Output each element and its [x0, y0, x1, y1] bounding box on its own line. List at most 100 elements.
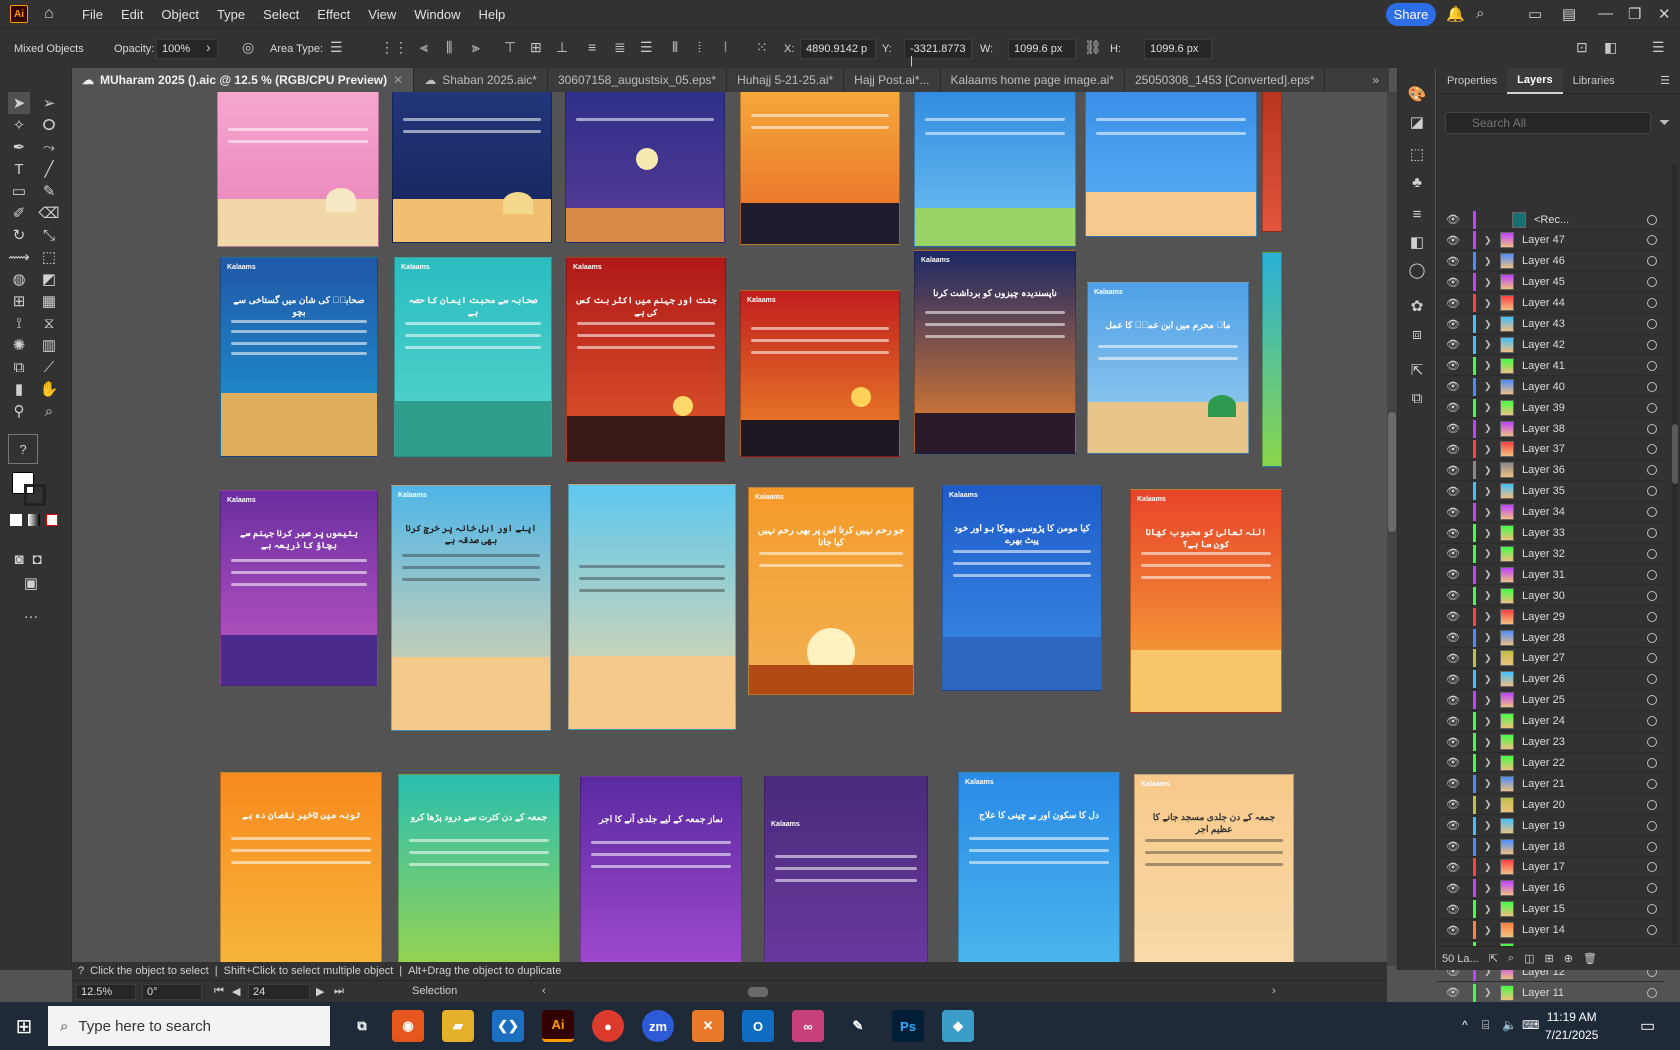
eye-icon[interactable]: 👁: [1443, 798, 1463, 811]
layer-row[interactable]: 👁 ❯ Layer 24: [1437, 712, 1665, 732]
target-circle-icon[interactable]: [1647, 862, 1657, 873]
stroke-swatch[interactable]: [24, 484, 46, 506]
layer-row[interactable]: 👁 ❯ Layer 36: [1437, 461, 1665, 481]
export-icon[interactable]: ⇱: [1489, 952, 1498, 965]
expand-arrow-icon[interactable]: ❯: [1484, 632, 1494, 643]
target-circle-icon[interactable]: [1647, 507, 1657, 518]
column-graph-icon[interactable]: ▥: [38, 334, 60, 356]
tab-hajj-post[interactable]: Hajj Post.ai*...: [844, 68, 941, 92]
firefox-icon[interactable]: ◉: [392, 1010, 424, 1042]
x-field[interactable]: 4890.9142 p: [800, 39, 876, 59]
tab-kalaams-home[interactable]: Kalaams home page image.ai*: [941, 68, 1125, 92]
layer-row[interactable]: 👁 ❯ Layer 35: [1437, 482, 1665, 502]
expand-arrow-icon[interactable]: ❯: [1484, 757, 1494, 768]
artboard[interactable]: Kalaams: [740, 290, 900, 457]
bar-graph-icon[interactable]: ▮: [8, 378, 30, 400]
pen-app-icon[interactable]: ✎: [842, 1010, 874, 1042]
layer-row[interactable]: 👁 ❯ Layer 46: [1437, 252, 1665, 272]
file-explorer-icon[interactable]: ▰: [442, 1010, 474, 1042]
align-center-icon[interactable]: ⫼: [446, 39, 452, 56]
eye-icon[interactable]: 👁: [1443, 464, 1463, 477]
tab-shaban[interactable]: ☁ Shaban 2025.aic*: [414, 68, 548, 92]
mesh-tool-icon[interactable]: ⊞: [8, 290, 30, 312]
more-tools-icon[interactable]: …: [20, 602, 42, 624]
layer-row[interactable]: 👁 ❯ Layer 33: [1437, 524, 1665, 544]
search-icon[interactable]: ⌕: [1508, 952, 1514, 965]
target-circle-icon[interactable]: [1647, 569, 1657, 580]
layer-row[interactable]: 👁 ❯ Layer 23: [1437, 733, 1665, 753]
expand-arrow-icon[interactable]: ❯: [1484, 360, 1494, 371]
help-icon[interactable]: ?: [8, 434, 38, 464]
artboard[interactable]: [568, 484, 736, 730]
eye-icon[interactable]: 👁: [1443, 568, 1463, 581]
arrange-icon[interactable]: ▤: [1562, 5, 1576, 23]
align-bottom-icon[interactable]: ⊥: [556, 39, 568, 56]
properties-icon[interactable]: ◪: [1407, 112, 1427, 132]
target-circle-icon[interactable]: [1647, 298, 1657, 309]
target-circle-icon[interactable]: [1647, 235, 1657, 246]
xampp-icon[interactable]: ✕: [692, 1010, 724, 1042]
none-mode-icon[interactable]: [46, 514, 58, 526]
artboard[interactable]: Kalaams دل کا سکون اور بے چینی کا علاج: [958, 772, 1120, 966]
zoom-icon[interactable]: zm: [642, 1010, 674, 1042]
rotate-tool-icon[interactable]: ↻: [8, 224, 30, 246]
layer-row[interactable]: 👁 ❯ Layer 38: [1437, 419, 1665, 439]
layer-row[interactable]: 👁 ❯ Layer 17: [1437, 858, 1665, 878]
outlook-icon[interactable]: O: [742, 1010, 774, 1042]
align-right-icon[interactable]: ⫸: [472, 39, 480, 56]
eye-icon[interactable]: 👁: [1443, 631, 1463, 644]
layer-row[interactable]: 👁 ❯ Layer 26: [1437, 670, 1665, 690]
artboard[interactable]: Kalaams صحابہ سے محبت ایمان کا حصہ ہے: [394, 257, 552, 457]
artboard[interactable]: [1085, 92, 1257, 237]
menu-view[interactable]: View: [368, 7, 396, 22]
expand-arrow-icon[interactable]: ❯: [1484, 862, 1494, 873]
expand-arrow-icon[interactable]: ❯: [1484, 465, 1494, 476]
isolate-icon[interactable]: ⊡: [1576, 39, 1588, 56]
eye-icon[interactable]: 👁: [1443, 506, 1463, 519]
eye-icon[interactable]: 👁: [1443, 338, 1463, 351]
artboard[interactable]: Kalaams جنت اور جہنم میں اکثر بت کس کی ہے: [566, 257, 726, 462]
layers-scrollbar[interactable]: [1672, 164, 1678, 944]
close-icon[interactable]: ✕: [1658, 5, 1671, 23]
eye-icon[interactable]: 👁: [1443, 380, 1463, 393]
target-circle-icon[interactable]: [1647, 360, 1657, 371]
symbols-icon[interactable]: ✿: [1407, 296, 1427, 316]
home-icon[interactable]: ⌂: [44, 6, 62, 22]
layer-row[interactable]: 👁 ❯ Layer 11: [1437, 983, 1665, 1004]
expand-arrow-icon[interactable]: ❯: [1484, 423, 1494, 434]
artboard[interactable]: Kalaams جو رحم نہیں کرتا اس پر بھی رحم نہ…: [748, 487, 914, 695]
artboard[interactable]: Kalaams ماہ محرم میں ابن عمرؓ کا عمل: [1087, 282, 1249, 454]
target-circle-icon[interactable]: [1647, 653, 1657, 664]
menu-type[interactable]: Type: [217, 7, 245, 22]
y-field[interactable]: -3321.8773 |: [904, 39, 972, 67]
zoom-tool-icon[interactable]: ⌕: [38, 400, 60, 422]
expand-arrow-icon[interactable]: ❯: [1484, 904, 1494, 915]
eye-icon[interactable]: 👁: [1443, 485, 1463, 498]
target-circle-icon[interactable]: [1647, 611, 1657, 622]
menu-object[interactable]: Object: [161, 7, 199, 22]
eye-icon[interactable]: 👁: [1443, 234, 1463, 247]
chrome-icon[interactable]: ●: [592, 1010, 624, 1042]
menu-effect[interactable]: Effect: [317, 7, 350, 22]
layer-row[interactable]: 👁 ❯ Layer 37: [1437, 440, 1665, 460]
target-circle-icon[interactable]: [1647, 925, 1657, 936]
width-field[interactable]: 1099.6 px: [1008, 39, 1076, 59]
task-view-icon[interactable]: ⧉: [346, 1010, 378, 1042]
expand-arrow-icon[interactable]: ❯: [1484, 590, 1494, 601]
artboard[interactable]: [740, 92, 900, 245]
eye-icon[interactable]: 👁: [1443, 589, 1463, 602]
windows-start-icon[interactable]: ⊞: [0, 1002, 48, 1050]
photoshop-icon[interactable]: Ps: [892, 1010, 924, 1042]
eye-icon[interactable]: 👁: [1443, 882, 1463, 895]
paintbrush-icon[interactable]: ✎: [38, 180, 60, 202]
tab-muharam[interactable]: ☁ MUharam 2025 ().aic @ 12.5 % (RGB/CPU P…: [72, 68, 415, 92]
layer-row[interactable]: 👁 ❯ Layer 30: [1437, 586, 1665, 607]
target-circle-icon[interactable]: [1647, 820, 1657, 831]
eye-icon[interactable]: 👁: [1443, 443, 1463, 456]
expand-arrow-icon[interactable]: ❯: [1484, 883, 1494, 894]
selection-tool-icon[interactable]: ➤: [8, 92, 30, 114]
artboard[interactable]: [1262, 92, 1282, 232]
reference-point-icon[interactable]: ⁙: [756, 39, 768, 56]
menu-icon[interactable]: ☰: [1652, 39, 1665, 56]
constrain-link-icon[interactable]: ⛓: [1084, 39, 1102, 56]
